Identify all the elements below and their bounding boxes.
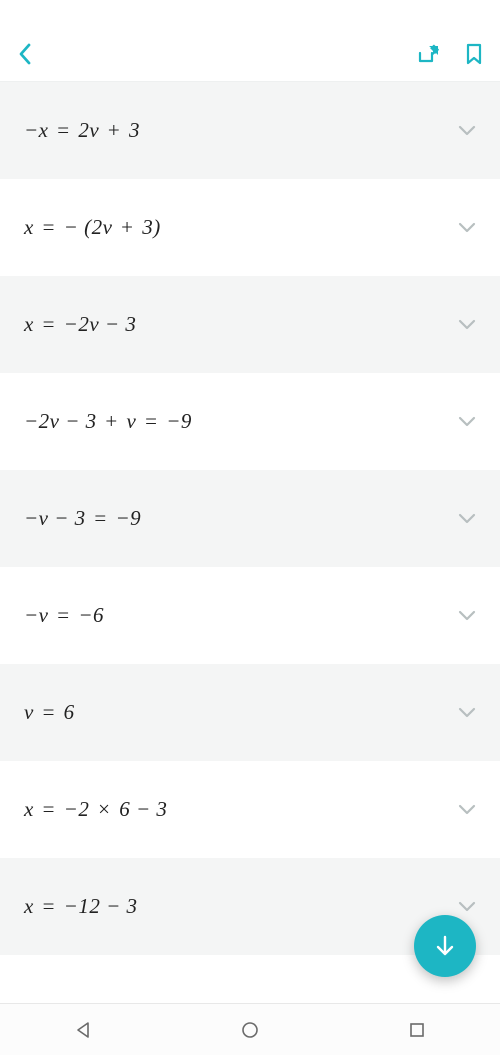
step-row[interactable]: v = 6 [0, 664, 500, 761]
equation-text: v = 6 [24, 700, 75, 725]
chevron-down-icon [458, 513, 476, 525]
step-row[interactable]: −2v − 3 + v = −9 [0, 373, 500, 470]
share-button[interactable] [418, 44, 440, 64]
system-nav-bar [0, 1003, 500, 1055]
back-button[interactable] [18, 43, 32, 65]
equation-text: x = − (2v + 3) [24, 215, 161, 240]
share-icon [418, 44, 440, 64]
step-row[interactable]: −v = −6 [0, 567, 500, 664]
chevron-down-icon [458, 319, 476, 331]
triangle-back-icon [73, 1020, 93, 1040]
chevron-down-icon [458, 707, 476, 719]
equation-text: −v − 3 = −9 [24, 506, 141, 531]
step-row[interactable]: x = −2 × 6 − 3 [0, 761, 500, 858]
step-row[interactable]: −v − 3 = −9 [0, 470, 500, 567]
chevron-down-icon [458, 222, 476, 234]
download-fab[interactable] [414, 915, 476, 977]
chevron-down-icon [458, 416, 476, 428]
equation-text: x = −2 × 6 − 3 [24, 797, 167, 822]
bookmark-icon [466, 43, 482, 65]
nav-recent-button[interactable] [387, 1004, 447, 1055]
chevron-down-icon [458, 125, 476, 137]
nav-back-button[interactable] [53, 1004, 113, 1055]
step-row[interactable]: x = −2v − 3 [0, 276, 500, 373]
arrow-down-icon [432, 933, 458, 959]
status-bar [0, 0, 500, 26]
nav-home-button[interactable] [220, 1004, 280, 1055]
equation-text: −x = 2v + 3 [24, 118, 140, 143]
equation-text: x = −12 − 3 [24, 894, 138, 919]
equation-text: x = −2v − 3 [24, 312, 136, 337]
solution-steps: −x = 2v + 3 x = − (2v + 3) x = −2v − 3 −2v … [0, 82, 500, 955]
equation-text: −2v − 3 + v = −9 [24, 409, 192, 434]
square-recent-icon [408, 1021, 426, 1039]
step-row[interactable]: x = − (2v + 3) [0, 179, 500, 276]
circle-home-icon [240, 1020, 260, 1040]
app-header [0, 26, 500, 82]
chevron-left-icon [18, 43, 32, 65]
bookmark-button[interactable] [466, 43, 482, 65]
step-row[interactable]: −x = 2v + 3 [0, 82, 500, 179]
chevron-down-icon [458, 610, 476, 622]
chevron-down-icon [458, 804, 476, 816]
chevron-down-icon [458, 901, 476, 913]
equation-text: −v = −6 [24, 603, 104, 628]
